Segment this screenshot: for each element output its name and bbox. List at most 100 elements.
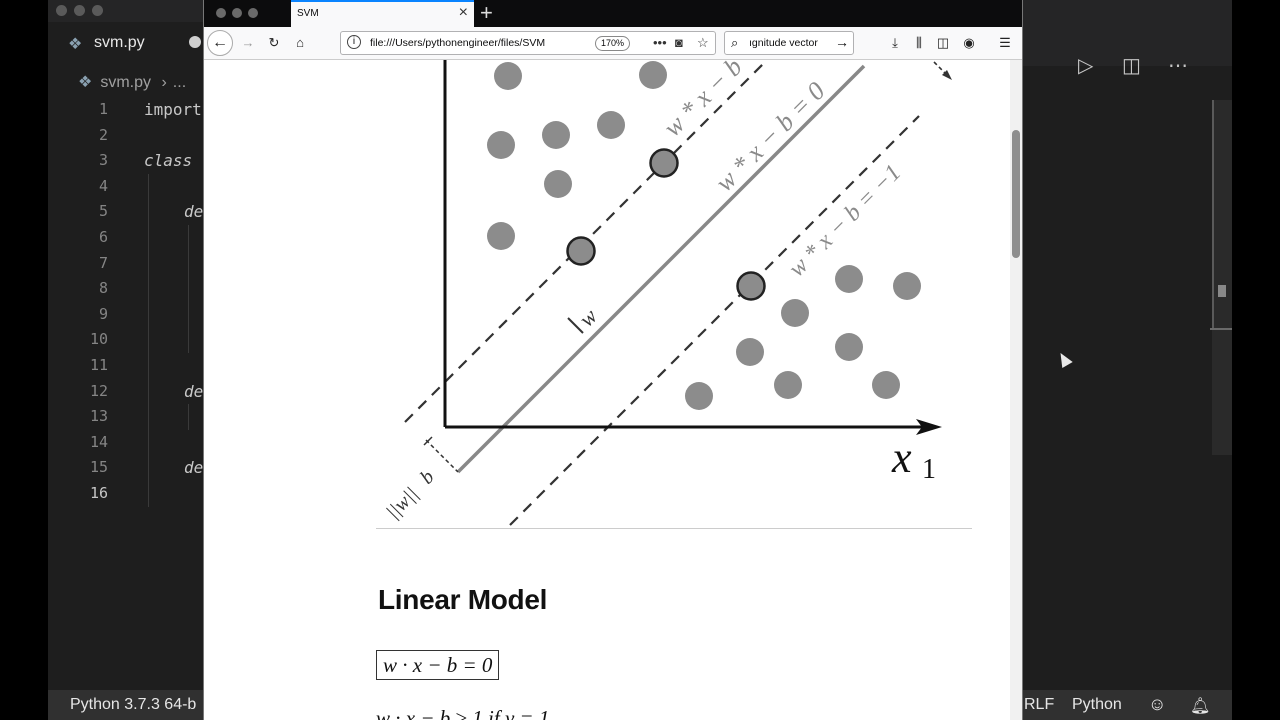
- python-file-icon: ❖: [78, 74, 93, 91]
- line-number: 7: [98, 253, 108, 272]
- page-actions-icon[interactable]: •••: [653, 35, 667, 50]
- feedback-smiley-icon[interactable]: ☺: [1148, 694, 1166, 715]
- window-close-dot[interactable]: [216, 8, 226, 18]
- class-a-point: [487, 222, 515, 250]
- line-number: 14: [89, 432, 108, 451]
- minimap[interactable]: [1212, 100, 1214, 330]
- line-number: 12: [89, 381, 108, 400]
- chevron-right-icon: ›: [161, 74, 167, 91]
- window-minimize-dot[interactable]: [74, 5, 85, 16]
- lower-margin-label: w * x − b = −1: [784, 160, 907, 283]
- language-mode[interactable]: Python: [1072, 696, 1122, 714]
- boxed-equation: w · x − b = 0: [376, 650, 500, 680]
- line-number: 2: [98, 125, 108, 144]
- window-close-dot[interactable]: [56, 5, 67, 16]
- class-a-point: [542, 121, 570, 149]
- more-actions-icon[interactable]: ⋯: [1168, 53, 1188, 78]
- scrollbar-marker: [1210, 328, 1232, 330]
- b-offset-line: [425, 439, 459, 473]
- search-bar[interactable]: ⌕ ıgnitude vector →: [724, 31, 854, 55]
- code-line: de: [184, 381, 204, 401]
- class-b-point: [781, 299, 809, 327]
- info-icon[interactable]: i: [347, 35, 361, 49]
- class-a-point: [544, 170, 572, 198]
- breadcrumb-symbol[interactable]: ...: [173, 74, 186, 91]
- line-number: 6: [98, 227, 108, 246]
- zoom-level-badge[interactable]: 170%: [595, 36, 631, 51]
- class-b-point: [736, 338, 764, 366]
- line-number: 10: [89, 330, 108, 349]
- pocket-icon[interactable]: ◙: [675, 35, 683, 50]
- class-b-point: [774, 371, 802, 399]
- breadcrumb: ❖ svm.py ›...: [78, 72, 186, 92]
- norm-w-label: ||w||: [382, 483, 423, 524]
- line-number: 15: [89, 458, 108, 477]
- window-minimize-dot[interactable]: [232, 8, 242, 18]
- b-offset-label: b: [416, 466, 439, 489]
- close-tab-icon[interactable]: ×: [459, 4, 468, 22]
- browser-tab-title: SVM: [297, 8, 319, 19]
- breadcrumb-file[interactable]: svm.py: [100, 74, 151, 91]
- scrollbar-thumb[interactable]: [1218, 285, 1226, 297]
- line-number: 16: [89, 483, 108, 502]
- home-icon[interactable]: ⌂: [290, 32, 310, 54]
- sidebar-icon[interactable]: ◫: [934, 32, 952, 54]
- editor-tab-label: svm.py: [94, 34, 145, 51]
- search-go-arrow-icon[interactable]: →: [835, 34, 849, 50]
- code-line: class: [144, 151, 193, 171]
- class-b-point: [872, 371, 900, 399]
- section-heading: Linear Model: [378, 584, 548, 615]
- line-number: 5: [98, 202, 108, 221]
- line-number-gutter: 1 2 3 4 5 6 7 8 9 10 11 12 13 14 15 16: [68, 97, 108, 507]
- class-a-point: [494, 62, 522, 90]
- page-scrollbar-thumb[interactable]: [1012, 130, 1020, 258]
- back-arrow-icon[interactable]: ←: [207, 30, 233, 56]
- editor-actions: ▷ ◫ ⋯: [1032, 44, 1232, 88]
- bookmark-star-icon[interactable]: ☆: [697, 35, 709, 51]
- decision-boundary-label: w * x − b = 0: [710, 76, 831, 197]
- support-vector-point: [736, 271, 766, 301]
- x1-axis-label: x: [891, 433, 912, 482]
- editor-scrollbar[interactable]: [1212, 100, 1232, 455]
- page-scrollbar[interactable]: [1010, 60, 1022, 720]
- margin-arrowhead: [942, 70, 952, 80]
- class-a-point: [487, 131, 515, 159]
- line-number: 13: [89, 407, 108, 426]
- library-icon[interactable]: ⫼: [910, 32, 928, 54]
- browser-tab-svm[interactable]: SVM ×: [291, 0, 474, 27]
- code-line: de: [184, 458, 204, 478]
- line-number: 8: [98, 279, 108, 298]
- svm-diagram: w * x − b = 1 w * x − b = 0 w * x − b = …: [382, 60, 952, 526]
- upper-margin-line: [404, 60, 769, 423]
- page-content: w * x − b = 1 w * x − b = 0 w * x − b = …: [204, 60, 1022, 720]
- reload-icon[interactable]: ↻: [264, 32, 284, 54]
- unsaved-dot-icon[interactable]: [189, 36, 201, 48]
- new-tab-icon[interactable]: +: [480, 0, 493, 26]
- window-maximize-dot[interactable]: [92, 5, 103, 16]
- class-a-point: [639, 61, 667, 89]
- python-interpreter[interactable]: Python 3.7.3 64-b: [70, 696, 196, 714]
- forward-arrow-icon[interactable]: →: [238, 32, 258, 54]
- line-number: 9: [98, 304, 108, 323]
- editor-tab-svm-py[interactable]: ❖ svm.py: [48, 22, 218, 66]
- inequality-line: w · x − b ≥ 1 if y = 1: [376, 706, 550, 720]
- notification-bell-icon[interactable]: 🔔︎: [1190, 696, 1210, 716]
- line-number: 11: [89, 355, 108, 374]
- account-icon[interactable]: ◉: [960, 32, 978, 54]
- split-editor-icon[interactable]: ◫: [1122, 53, 1141, 78]
- line-number: 4: [98, 176, 108, 195]
- run-icon[interactable]: ▷: [1078, 53, 1093, 78]
- url-bar[interactable]: i file:///Users/pythonengineer/files/SVM…: [340, 31, 716, 55]
- window-maximize-dot[interactable]: [248, 8, 258, 18]
- section-divider: [376, 528, 972, 529]
- search-icon: ⌕: [731, 35, 739, 50]
- class-b-point: [835, 265, 863, 293]
- download-icon[interactable]: ⤓: [886, 32, 904, 54]
- url-text: file:///Users/pythonengineer/files/SVM: [370, 37, 546, 49]
- hamburger-menu-icon[interactable]: ☰: [996, 32, 1014, 54]
- search-text: ıgnitude vector: [749, 37, 818, 49]
- class-b-point: [835, 333, 863, 361]
- class-a-point: [597, 111, 625, 139]
- line-ending[interactable]: RLF: [1024, 696, 1054, 714]
- code-line: import: [144, 100, 202, 119]
